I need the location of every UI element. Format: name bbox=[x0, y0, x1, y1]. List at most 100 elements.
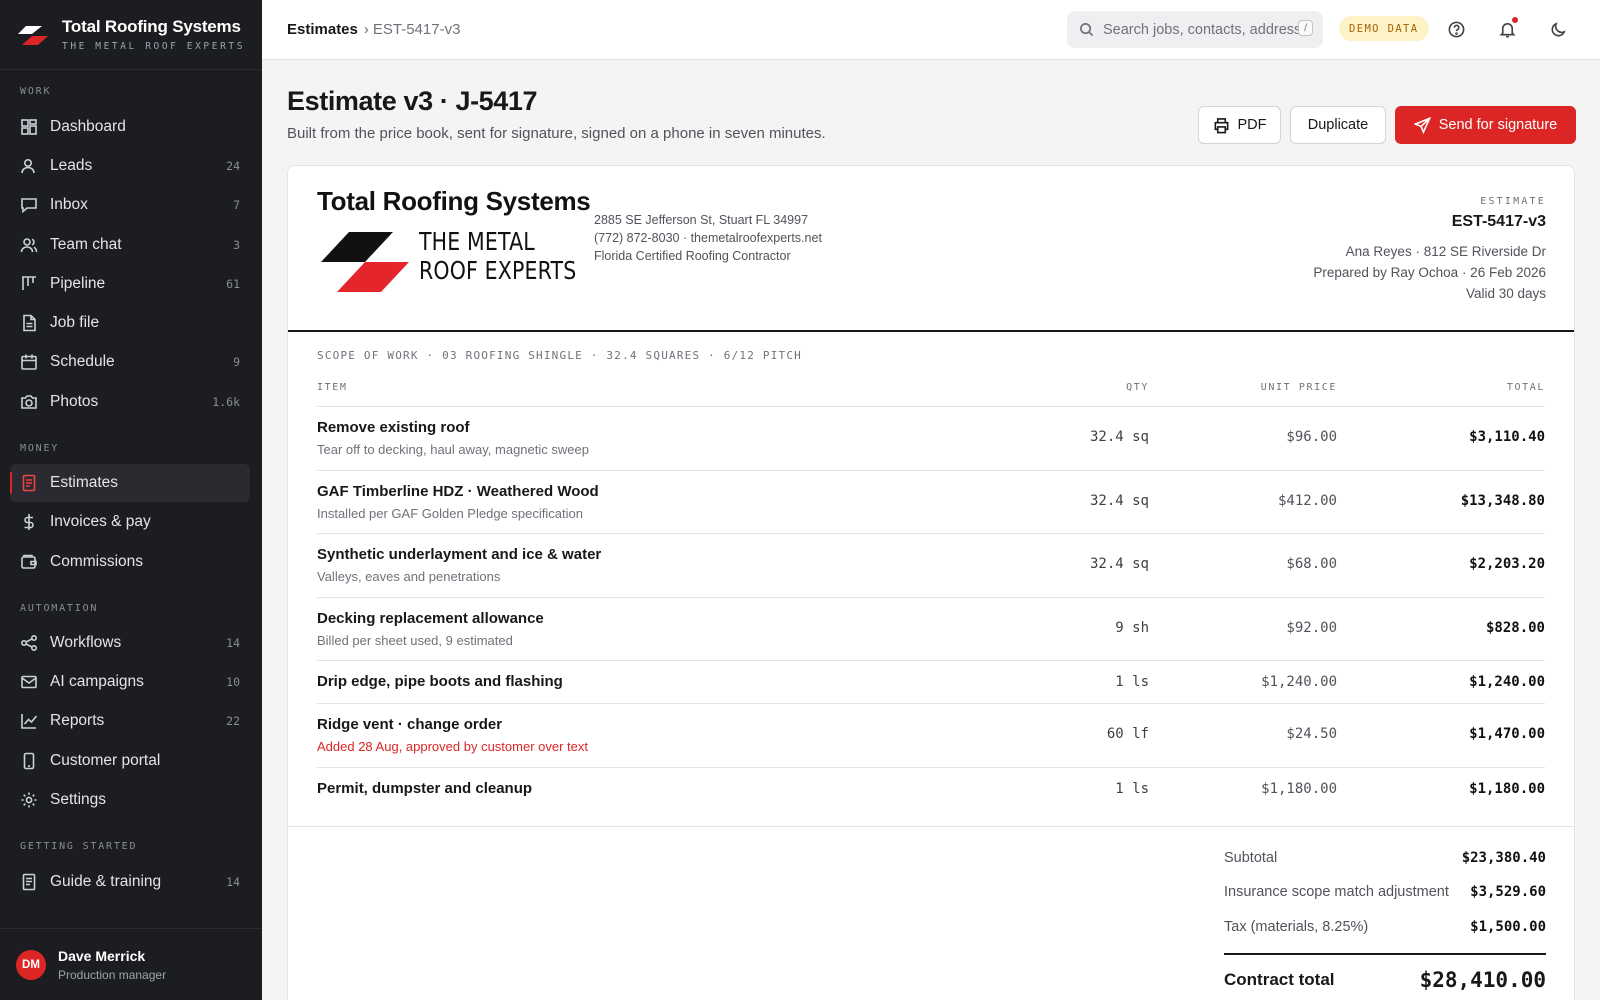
user-profile[interactable]: DM Dave Merrick Production manager bbox=[0, 928, 262, 1000]
summary-adjustment: Insurance scope match adjustment $3,529.… bbox=[1224, 884, 1546, 900]
sidebar-item-leads[interactable]: Leads 24 bbox=[10, 147, 250, 185]
column-header-unit-price: UNIT PRICE bbox=[1260, 382, 1337, 393]
sidebar-item-ai-campaigns[interactable]: AI campaigns 10 bbox=[10, 663, 250, 701]
table-footer-divider bbox=[288, 826, 1574, 827]
line-item-desc: Tear off to decking, haul away, magnetic… bbox=[317, 442, 589, 457]
company-logo-line-2: ROOF EXPERTS bbox=[419, 256, 577, 285]
search-box[interactable]: / bbox=[1067, 11, 1323, 48]
sidebar-item-label: AI campaigns bbox=[50, 673, 144, 690]
contract-total-label: Contract total bbox=[1224, 970, 1335, 989]
company-license: Florida Certified Roofing Contractor bbox=[594, 249, 791, 263]
subtotal-label: Subtotal bbox=[1224, 850, 1278, 866]
line-item-unit-price: $1,240.00 bbox=[1261, 674, 1337, 690]
sidebar-item-customer-portal[interactable]: Customer portal bbox=[10, 742, 250, 780]
help-button[interactable] bbox=[1444, 17, 1468, 41]
sidebar-item-pipeline[interactable]: Pipeline 61 bbox=[10, 265, 250, 303]
sidebar-item-label: Schedule bbox=[50, 353, 115, 370]
table-row[interactable]: Ridge vent · change order Added 28 Aug, … bbox=[317, 703, 1545, 767]
estimate-customer: Ana Reyes · 812 SE Riverside Dr bbox=[1345, 244, 1546, 259]
sidebar-item-estimates[interactable]: Estimates bbox=[10, 464, 250, 502]
sidebar-item-count: 61 bbox=[226, 277, 240, 291]
printer-icon bbox=[1214, 117, 1228, 133]
sidebar-item-count: 22 bbox=[226, 714, 240, 728]
phone-icon bbox=[20, 752, 38, 770]
brand-tagline: THE METAL ROOF EXPERTS bbox=[62, 41, 246, 52]
sidebar-item-label: Inbox bbox=[50, 196, 88, 213]
share-icon bbox=[20, 634, 38, 652]
pdf-button-label: PDF bbox=[1237, 117, 1267, 133]
table-row[interactable]: Permit, dumpster and cleanup 1 ls $1,180… bbox=[317, 767, 1545, 809]
notifications-button[interactable] bbox=[1495, 17, 1519, 41]
help-icon bbox=[1448, 21, 1464, 37]
estimate-meta: ESTIMATE EST-5417-v3 Ana Reyes · 812 SE … bbox=[1313, 196, 1546, 301]
line-item-total: $3,110.40 bbox=[1469, 429, 1545, 445]
line-item-qty: 9 sh bbox=[1115, 620, 1149, 636]
sidebar-item-dashboard[interactable]: Dashboard bbox=[10, 108, 250, 146]
line-item-name: Decking replacement allowance bbox=[317, 610, 544, 627]
company-logo: Total Roofing Systems THE METAL ROOF EXP… bbox=[317, 186, 591, 292]
line-item-qty: 1 ls bbox=[1115, 674, 1149, 690]
calendar-icon bbox=[20, 353, 38, 371]
line-item-desc: Installed per GAF Golden Pledge specific… bbox=[317, 506, 583, 521]
sidebar-item-label: Reports bbox=[50, 712, 105, 729]
column-header-total: TOTAL bbox=[1506, 382, 1545, 393]
table-row[interactable]: GAF Timberline HDZ · Weathered Wood Inst… bbox=[317, 470, 1545, 533]
sidebar-item-label: Team chat bbox=[50, 236, 122, 253]
search-input[interactable] bbox=[1103, 21, 1299, 38]
sidebar-item-workflows[interactable]: Workflows 14 bbox=[10, 624, 250, 662]
mail-icon bbox=[20, 673, 38, 691]
sidebar-item-inbox[interactable]: Inbox 7 bbox=[10, 186, 250, 224]
brand-logo-icon bbox=[18, 25, 48, 45]
line-item-name: Drip edge, pipe boots and flashing bbox=[317, 673, 563, 690]
sidebar-item-schedule[interactable]: Schedule 9 bbox=[10, 343, 250, 381]
search-icon bbox=[1080, 23, 1094, 37]
user-icon bbox=[20, 157, 38, 175]
table-row[interactable]: Decking replacement allowance Billed per… bbox=[317, 597, 1545, 660]
theme-toggle-button[interactable] bbox=[1546, 17, 1570, 41]
line-item-desc-change-order: Added 28 Aug, approved by customer over … bbox=[317, 739, 589, 754]
table-row[interactable]: Synthetic underlayment and ice & water V… bbox=[317, 533, 1545, 597]
sidebar-item-label: Dashboard bbox=[50, 118, 126, 135]
line-item-name: Remove existing roof bbox=[317, 419, 470, 436]
moon-icon bbox=[1551, 21, 1566, 36]
pdf-button[interactable]: PDF bbox=[1198, 106, 1281, 144]
column-header-qty: QTY bbox=[1126, 382, 1149, 393]
nav-section-getting-started: GETTING STARTED bbox=[20, 841, 138, 852]
breadcrumb-section[interactable]: Estimates bbox=[287, 21, 358, 38]
duplicate-button-label: Duplicate bbox=[1307, 117, 1369, 133]
line-item-total: $2,203.20 bbox=[1469, 556, 1545, 572]
estimate-label: ESTIMATE bbox=[1480, 196, 1546, 207]
sidebar-item-label: Leads bbox=[50, 157, 93, 174]
sidebar-item-reports[interactable]: Reports 22 bbox=[10, 702, 250, 740]
sidebar-item-commissions[interactable]: Commissions bbox=[10, 543, 250, 581]
line-item-name: Synthetic underlayment and ice & water bbox=[317, 546, 602, 563]
user-role: Production manager bbox=[58, 967, 167, 982]
notification-dot bbox=[1512, 17, 1518, 23]
sidebar-item-count: 9 bbox=[233, 355, 240, 369]
line-item-qty: 32.4 sq bbox=[1089, 429, 1149, 445]
topbar: Estimates ›EST-5417-v3 / DEMO DATA bbox=[262, 0, 1600, 60]
header-divider bbox=[288, 330, 1574, 332]
company-address: 2885 SE Jefferson St, Stuart FL 34997 bbox=[594, 213, 809, 227]
sidebar-item-job-file[interactable]: Job file bbox=[10, 304, 250, 342]
total-divider bbox=[1224, 953, 1546, 955]
sidebar-item-team-chat[interactable]: Team chat 3 bbox=[10, 226, 250, 264]
sidebar-item-settings[interactable]: Settings bbox=[10, 781, 250, 819]
message-icon bbox=[20, 196, 38, 214]
line-item-unit-price: $68.00 bbox=[1286, 556, 1337, 572]
duplicate-button[interactable]: Duplicate bbox=[1290, 106, 1386, 144]
sidebar-item-guide[interactable]: Guide & training 14 bbox=[10, 863, 250, 901]
line-item-unit-price: $92.00 bbox=[1286, 620, 1337, 636]
send-for-signature-button[interactable]: Send for signature bbox=[1395, 106, 1576, 144]
line-item-total: $828.00 bbox=[1485, 620, 1545, 636]
breadcrumb-separator: › bbox=[363, 21, 369, 38]
breadcrumb-current: EST-5417-v3 bbox=[372, 21, 461, 38]
sidebar-item-photos[interactable]: Photos 1.6k bbox=[10, 383, 250, 421]
adjustment-label: Insurance scope match adjustment bbox=[1224, 884, 1449, 900]
sidebar-item-invoices[interactable]: Invoices & pay bbox=[10, 503, 250, 541]
table-row[interactable]: Remove existing roof Tear off to decking… bbox=[317, 406, 1545, 470]
book-icon bbox=[20, 873, 38, 891]
brand[interactable]: Total Roofing Systems THE METAL ROOF EXP… bbox=[0, 0, 262, 70]
summary-tax: Tax (materials, 8.25%) $1,500.00 bbox=[1224, 919, 1546, 935]
table-row[interactable]: Drip edge, pipe boots and flashing 1 ls … bbox=[317, 660, 1545, 703]
